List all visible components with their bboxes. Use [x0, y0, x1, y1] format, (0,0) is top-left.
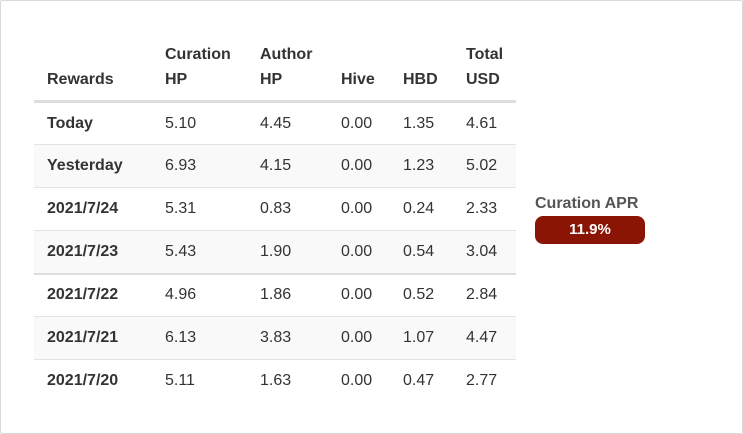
cell-total-usd: 4.47: [453, 316, 517, 360]
curation-apr-label: Curation APR: [535, 195, 639, 212]
cell-author-hp: 4.15: [247, 144, 328, 188]
cell-author-hp: 1.90: [247, 230, 328, 274]
cell-total-usd: 4.61: [466, 114, 498, 132]
cell-hive: 0.00: [328, 230, 390, 274]
curation-apr-badge: 11.9%: [535, 216, 645, 244]
table-row: 2021/7/23 5.43 1.90 0.00 0.54 3.04: [34, 230, 517, 274]
row-label: 2021/7/22: [34, 272, 152, 317]
cell-hive: 0.00: [328, 272, 390, 317]
cell-hive: 0.00: [328, 316, 390, 360]
column-header-hbd: HBD: [390, 32, 453, 103]
cell-hive: 0.00: [328, 144, 390, 188]
cell-author-hp: 1.86: [247, 272, 328, 317]
row-label: 2021/7/24: [34, 187, 152, 231]
table-row: 2021/7/20 5.11 1.63 0.00 0.47 2.77: [34, 359, 517, 403]
cell-total-usd: 3.04: [453, 230, 517, 274]
column-header-rewards: Rewards: [34, 32, 152, 103]
table-row: 2021/7/24 5.31 0.83 0.00 0.24 2.33: [34, 187, 517, 231]
cell-curation-hp: 5.11: [152, 359, 247, 403]
row-label: 2021/7/20: [34, 359, 152, 403]
row-label: Yesterday: [34, 144, 152, 188]
cell-author-hp: 1.63: [247, 359, 328, 403]
column-header-total-usd: Total USD: [453, 32, 517, 103]
cell-hbd: 0.47: [390, 359, 453, 403]
table-row-yesterday: Yesterday 6.93 4.15 0.00 1.23 5.02: [34, 144, 517, 188]
cell-hbd: 0.52: [390, 272, 453, 317]
table-row: 2021/7/22 4.96 1.86 0.00 0.52 2.84: [34, 272, 517, 317]
table-row: 2021/7/21 6.13 3.83 0.00 1.07 4.47: [34, 316, 517, 360]
cell-hbd: 0.24: [390, 187, 453, 231]
rewards-table: Rewards Curation HP Author HP Hive HBD T…: [34, 32, 517, 403]
cell-hive: 0.00: [328, 359, 390, 403]
cell-author-hp: 0.83: [247, 187, 328, 231]
row-label: Today: [47, 114, 93, 132]
cell-hive: 0.00: [328, 187, 390, 231]
cell-curation-hp: 5.43: [152, 230, 247, 274]
cell-hbd: 1.35: [403, 114, 435, 132]
column-header-hive: Hive: [328, 32, 390, 103]
cell-hbd: 1.07: [390, 316, 453, 360]
rewards-panel: Rewards Curation HP Author HP Hive HBD T…: [0, 0, 743, 434]
row-label: 2021/7/21: [34, 316, 152, 360]
curation-apr: Curation APR 11.9%: [535, 195, 647, 244]
cell-total-usd: 2.77: [453, 359, 517, 403]
table-row-today: Today 5.10 4.45 0.00 1.35 4.61: [34, 102, 516, 145]
cell-total-usd: 5.02: [453, 144, 517, 188]
cell-author-hp: 4.45: [260, 114, 292, 132]
cell-hbd: 1.23: [390, 144, 453, 188]
header-row: Rewards Curation HP Author HP Hive HBD T…: [34, 32, 517, 103]
cell-total-usd: 2.33: [453, 187, 517, 231]
rewards-table-body: Today 5.10 4.45 0.00 1.35 4.61 Yesterday…: [34, 102, 517, 403]
cell-total-usd: 2.84: [453, 272, 517, 317]
column-header-curation-hp: Curation HP: [152, 32, 247, 103]
cell-author-hp: 3.83: [247, 316, 328, 360]
row-label: 2021/7/23: [34, 230, 152, 274]
column-header-author-hp: Author HP: [247, 32, 328, 103]
cell-curation-hp: 4.96: [152, 272, 247, 317]
cell-curation-hp: 5.31: [152, 187, 247, 231]
cell-curation-hp: 6.93: [152, 144, 247, 188]
cell-hive: 0.00: [341, 114, 373, 132]
cell-hbd: 0.54: [390, 230, 453, 274]
cell-curation-hp: 5.10: [165, 114, 197, 132]
cell-curation-hp: 6.13: [152, 316, 247, 360]
rewards-table-header: Rewards Curation HP Author HP Hive HBD T…: [34, 32, 517, 103]
